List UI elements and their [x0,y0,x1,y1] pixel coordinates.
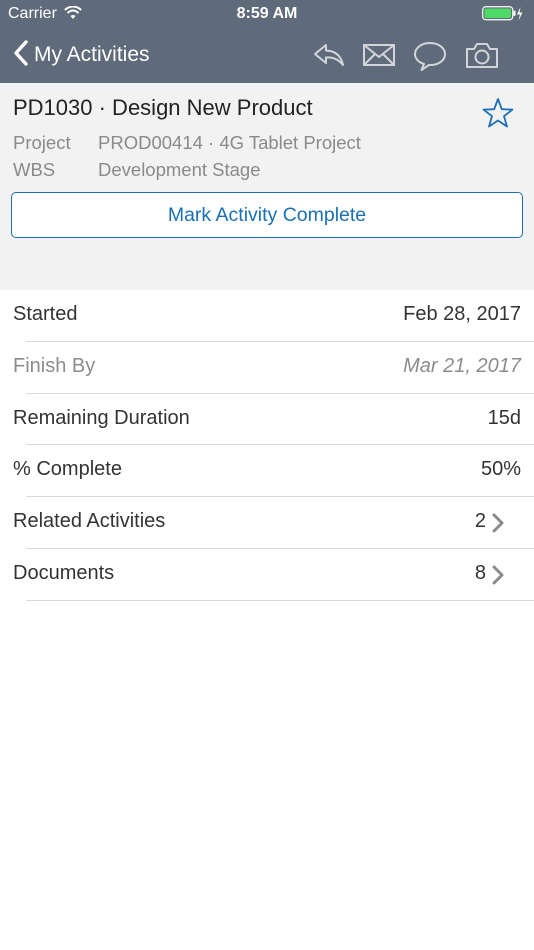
mail-icon[interactable] [362,40,396,75]
activity-header: PD1030 · Design New Product Project PROD… [0,83,534,290]
row-label: Remaining Duration [13,406,190,429]
row-label: Related Activities [13,510,166,533]
divider [26,599,534,601]
reply-icon[interactable] [312,40,346,75]
row-label: Started [13,303,78,325]
status-time: 8:59 AM [236,5,298,22]
camera-icon[interactable] [465,40,499,75]
row-value: 50% [480,458,521,481]
row-label: Documents [13,561,115,584]
row-label: % Complete [13,458,122,481]
project-value: PROD00414 · 4G Tablet Project [98,132,361,153]
navigation-bar: My Activities [0,28,534,83]
related-activities-row[interactable]: Related Activities 2 [0,497,534,549]
back-button[interactable]: My Activities [14,39,150,71]
documents-row[interactable]: Documents 8 [0,549,534,601]
row-value: 2 [474,510,486,533]
detail-list: Started Feb 28, 2017 Finish By Mar 21, 2… [0,290,534,601]
row-value: 15d [487,406,521,429]
row-value: Feb 28, 2017 [403,303,521,325]
started-row: Started Feb 28, 2017 [0,290,534,342]
battery-icon [482,6,524,27]
row-label: Finish By [13,354,96,377]
star-icon[interactable] [482,97,514,134]
chevron-right-icon [492,565,504,590]
back-label: My Activities [34,43,150,66]
row-value: 8 [474,561,486,584]
remaining-duration-row: Remaining Duration 15d [0,394,534,446]
mark-complete-button[interactable]: Mark Activity Complete [11,192,523,238]
row-value: Mar 21, 2017 [403,354,521,377]
wbs-value: Development Stage [98,159,261,180]
chevron-left-icon [14,39,28,71]
comment-icon[interactable] [413,40,447,77]
wbs-label: WBS [13,159,56,180]
finish-by-row: Finish By Mar 21, 2017 [0,342,534,394]
chevron-right-icon [492,513,504,538]
status-bar: Carrier 8:59 AM [0,0,534,28]
activity-title: PD1030 · Design New Product [13,95,313,120]
percent-complete-row: % Complete 50% [0,445,534,498]
project-label: Project [13,132,71,153]
